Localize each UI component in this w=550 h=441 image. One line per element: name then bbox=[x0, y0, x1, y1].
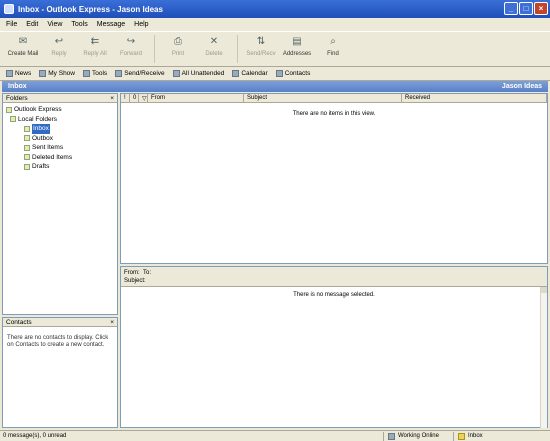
folder-icon bbox=[458, 432, 465, 440]
send-icon bbox=[115, 70, 123, 77]
address-book-icon: ▤ bbox=[292, 36, 302, 47]
from-column-header[interactable]: From bbox=[148, 94, 244, 102]
views-item-unattended[interactable]: All Unattended bbox=[172, 70, 224, 77]
scroll-up-arrow-icon[interactable] bbox=[541, 287, 547, 293]
new-mail-icon: ✉ bbox=[18, 36, 28, 47]
message-list-header: ! 0 ▽ From Subject Received bbox=[121, 94, 547, 103]
maximize-button[interactable]: □ bbox=[519, 2, 533, 15]
reply-button[interactable]: ↩ Reply bbox=[42, 35, 76, 65]
preview-pane: From: To: Subject: There is no message s… bbox=[120, 266, 548, 428]
folder-outlook-express[interactable]: Outlook Express bbox=[6, 105, 114, 115]
preview-scrollbar[interactable] bbox=[540, 287, 547, 428]
views-item-news[interactable]: News bbox=[6, 70, 31, 77]
toolbar-separator bbox=[237, 35, 238, 63]
list-empty-text: There are no items in this view. bbox=[292, 111, 376, 117]
toolbar: ✉ Create Mail ↩ Reply ⇇ Reply All ↪ Forw… bbox=[0, 31, 550, 67]
identity-name: Jason Ideas bbox=[501, 83, 542, 90]
menu-file[interactable]: File bbox=[6, 21, 17, 28]
status-message-count: 0 message(s), 0 unread bbox=[3, 433, 67, 439]
unattended-icon bbox=[172, 70, 180, 77]
priority-column-header[interactable]: ! bbox=[121, 94, 130, 102]
reply-icon: ↩ bbox=[54, 36, 64, 47]
folder-deleted-items[interactable]: Deleted Items bbox=[6, 153, 114, 163]
received-column-header[interactable]: Received bbox=[402, 94, 547, 102]
outbox-icon bbox=[24, 135, 30, 142]
views-item-contacts[interactable]: Contacts bbox=[275, 70, 310, 77]
sent-items-icon bbox=[24, 144, 30, 151]
preview-header: From: To: Subject: bbox=[121, 267, 547, 287]
printer-icon: ⎙ bbox=[174, 36, 182, 47]
views-item-tools[interactable]: Tools bbox=[83, 70, 107, 77]
folder-sent-items[interactable]: Sent Items bbox=[6, 143, 114, 153]
menu-edit[interactable]: Edit bbox=[26, 21, 38, 28]
preview-subject-label: Subject: bbox=[124, 278, 146, 284]
contacts-empty-text: There are no contacts to display. Click … bbox=[7, 335, 109, 348]
status-folder: Inbox bbox=[453, 431, 483, 441]
folder-inbox[interactable]: Inbox bbox=[6, 124, 114, 134]
inbox-icon bbox=[24, 125, 30, 132]
flag-column-header[interactable]: ▽ bbox=[139, 94, 148, 102]
views-item-show[interactable]: My Show bbox=[39, 70, 75, 77]
create-mail-button[interactable]: ✉ Create Mail bbox=[6, 35, 40, 65]
folders-pane-header: Folders × bbox=[3, 94, 117, 103]
forward-icon: ↪ bbox=[126, 36, 136, 47]
delete-button[interactable]: ✕ Delete bbox=[197, 35, 231, 65]
status-connection: Working Online bbox=[383, 431, 453, 441]
folder-tree: Outlook Express Local Folders Inbox Outb… bbox=[3, 103, 117, 174]
folder-local-folders[interactable]: Local Folders bbox=[6, 115, 114, 125]
current-folder-title: Inbox bbox=[8, 83, 27, 90]
online-icon bbox=[388, 432, 395, 440]
folder-header-bar: Inbox Jason Ideas bbox=[2, 81, 548, 92]
contacts-pane: Contacts × There are no contacts to disp… bbox=[2, 317, 118, 428]
minimize-button[interactable]: _ bbox=[504, 2, 518, 15]
preview-from-label: From: bbox=[124, 270, 140, 276]
menu-view[interactable]: View bbox=[47, 21, 62, 28]
message-list-pane: ! 0 ▽ From Subject Received There are no… bbox=[120, 93, 548, 264]
deleted-items-icon bbox=[24, 154, 30, 161]
reply-all-icon: ⇇ bbox=[90, 36, 100, 47]
views-item-send-receive[interactable]: Send/Receive bbox=[115, 70, 165, 77]
toolbar-separator bbox=[154, 35, 155, 63]
preview-to-label: To: bbox=[143, 270, 152, 276]
find-icon: ⌕ bbox=[330, 36, 336, 47]
menu-bar: File Edit View Tools Message Help bbox=[0, 18, 550, 31]
folder-outbox[interactable]: Outbox bbox=[6, 134, 114, 144]
send-receive-icon: ⇅ bbox=[256, 36, 266, 47]
folder-drafts[interactable]: Drafts bbox=[6, 162, 114, 172]
show-icon bbox=[39, 70, 47, 77]
reply-all-button[interactable]: ⇇ Reply All bbox=[78, 35, 112, 65]
folder-pane: Folders × Outlook Express Local Folders … bbox=[2, 93, 118, 315]
subject-column-header[interactable]: Subject bbox=[244, 94, 402, 102]
contacts-header-button[interactable]: Contacts bbox=[6, 319, 32, 326]
local-folders-icon bbox=[10, 116, 16, 123]
menu-message[interactable]: Message bbox=[97, 21, 125, 28]
outlook-express-icon bbox=[4, 4, 14, 14]
attachment-column-header[interactable]: 0 bbox=[130, 94, 139, 102]
folders-header-label: Folders bbox=[6, 94, 28, 102]
find-button[interactable]: ⌕ Find bbox=[316, 35, 350, 65]
status-bar: 0 message(s), 0 unread Working Online In… bbox=[0, 430, 550, 441]
folders-pane-close-icon[interactable]: × bbox=[110, 95, 114, 102]
outlook-express-icon bbox=[6, 106, 12, 113]
menu-tools[interactable]: Tools bbox=[71, 21, 87, 28]
contacts-pane-close-icon[interactable]: × bbox=[110, 319, 114, 326]
send-receive-button[interactable]: ⇅ Send/Recv bbox=[244, 35, 278, 65]
window-title: Inbox - Outlook Express - Jason Ideas bbox=[18, 4, 163, 14]
close-button[interactable]: × bbox=[534, 2, 548, 15]
views-bar: News My Show Tools Send/Receive All Unat… bbox=[0, 67, 550, 81]
contacts-pane-header: Contacts × bbox=[3, 318, 117, 327]
addresses-button[interactable]: ▤ Addresses bbox=[280, 35, 314, 65]
title-bar: Inbox - Outlook Express - Jason Ideas _ … bbox=[0, 0, 550, 18]
delete-x-icon: ✕ bbox=[209, 36, 219, 47]
print-button[interactable]: ⎙ Print bbox=[161, 35, 195, 65]
news-icon bbox=[6, 70, 13, 77]
menu-help[interactable]: Help bbox=[134, 21, 148, 28]
calendar-icon bbox=[232, 70, 240, 77]
preview-empty-text: There is no message selected. bbox=[293, 292, 375, 298]
contacts-icon bbox=[275, 70, 283, 77]
tools-icon bbox=[83, 70, 90, 77]
forward-button[interactable]: ↪ Forward bbox=[114, 35, 148, 65]
views-item-calendar[interactable]: Calendar bbox=[232, 70, 268, 77]
drafts-icon bbox=[24, 163, 30, 170]
